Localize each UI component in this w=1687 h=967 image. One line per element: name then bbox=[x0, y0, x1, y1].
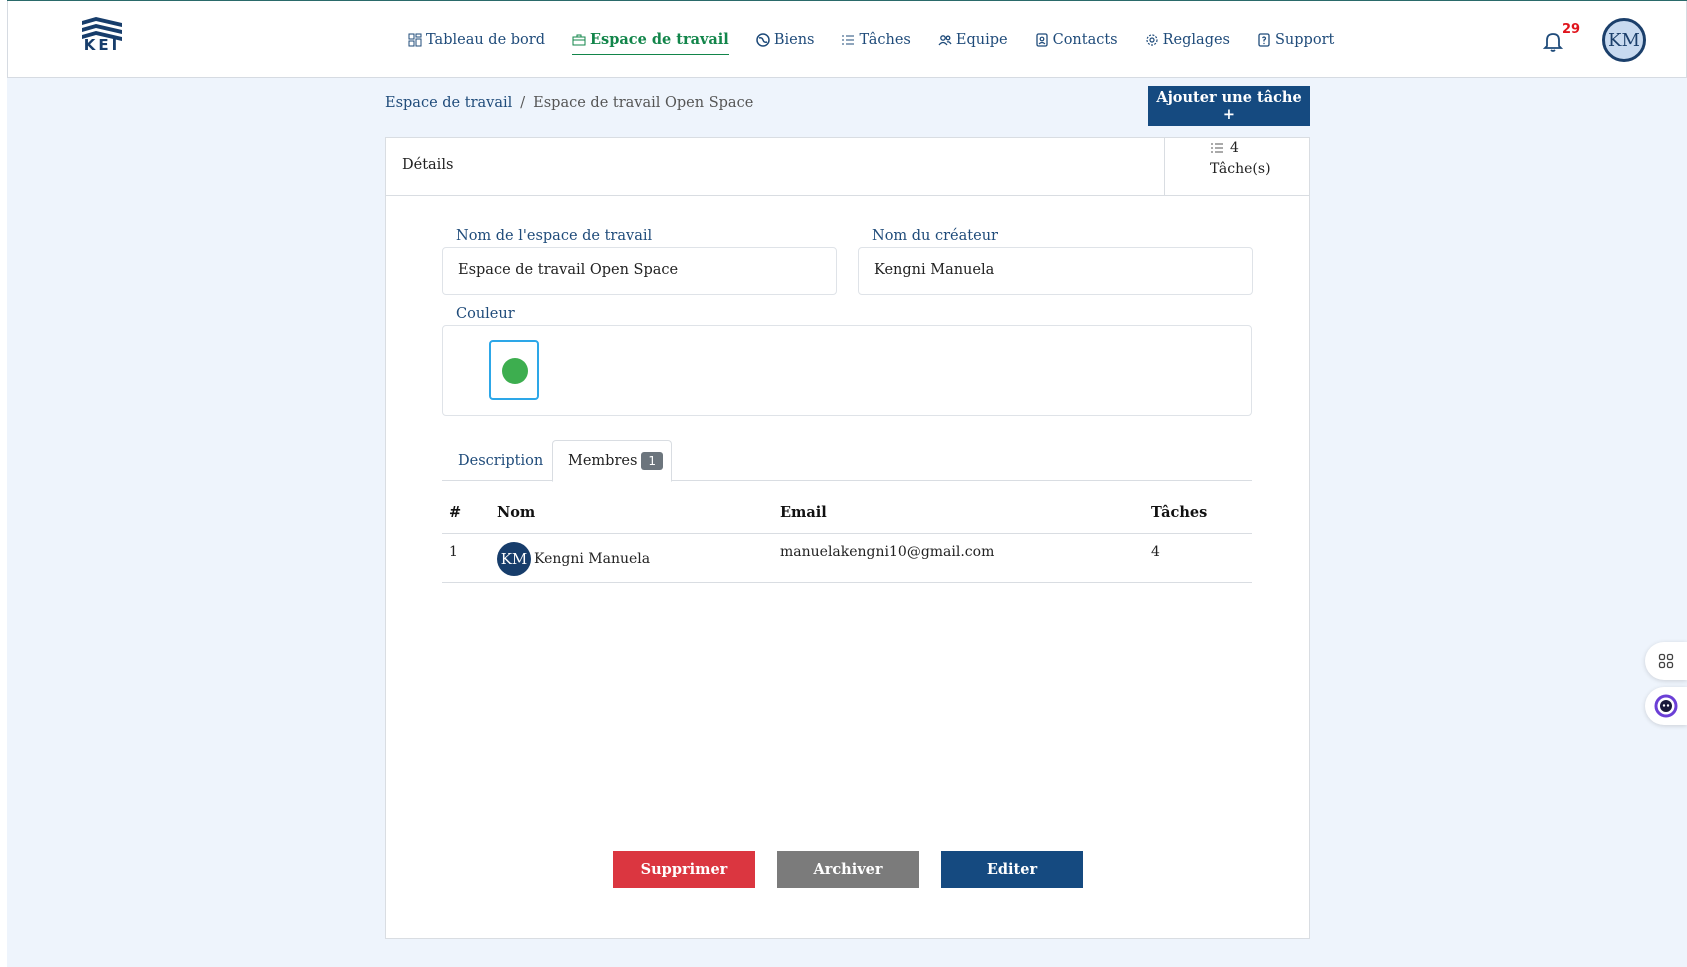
creator-name-label: Nom du créateur bbox=[872, 228, 998, 244]
row-index: 1 bbox=[449, 544, 458, 560]
edit-button[interactable]: Editer bbox=[941, 851, 1083, 888]
list-icon bbox=[1211, 143, 1223, 153]
workspace-details-card: Détails 4 Tâche(s) Nom de l'espace de tr… bbox=[385, 137, 1310, 939]
tab-members[interactable]: Membres 1 bbox=[552, 440, 672, 482]
nav-label: Support bbox=[1275, 32, 1335, 48]
members-table: # Nom Email Tâches 1 KM Kengni Manuela m… bbox=[442, 488, 1252, 583]
color-label: Couleur bbox=[456, 306, 515, 322]
members-count-badge: 1 bbox=[641, 452, 664, 470]
nav-label: Contacts bbox=[1052, 32, 1118, 48]
card-title: Détails bbox=[402, 157, 454, 173]
color-picker bbox=[442, 325, 1252, 416]
member-email: manuelakengni10@gmail.com bbox=[780, 544, 995, 560]
member-task-count: 4 bbox=[1151, 544, 1160, 560]
nav-item-tasks[interactable]: Tâches bbox=[841, 25, 911, 55]
workspace-name-label: Nom de l'espace de travail bbox=[456, 228, 653, 244]
workspace-name-field[interactable]: Espace de travail Open Space bbox=[442, 247, 837, 295]
briefcase-icon bbox=[572, 34, 586, 45]
breadcrumb-current: Espace de travail Open Space bbox=[533, 95, 754, 111]
gear-icon bbox=[1146, 34, 1158, 46]
nav-label: Espace de travail bbox=[589, 31, 729, 48]
task-count-value: 4 bbox=[1230, 140, 1239, 156]
archive-button[interactable]: Archiver bbox=[777, 851, 919, 888]
nav-item-assets[interactable]: Biens bbox=[756, 25, 815, 55]
task-count-row: 4 bbox=[1210, 140, 1239, 156]
dashboard-icon bbox=[408, 33, 422, 47]
nav-label: Tableau de bord bbox=[426, 32, 545, 48]
contacts-icon bbox=[1035, 33, 1048, 47]
column-header-index: # bbox=[449, 504, 462, 521]
logo-text: KEI bbox=[83, 36, 121, 54]
nav-label: Reglages bbox=[1162, 32, 1230, 48]
notification-bell-icon[interactable] bbox=[1543, 31, 1563, 53]
assistant-bot-icon bbox=[1654, 694, 1678, 718]
notification-count: 29 bbox=[1562, 22, 1581, 37]
column-header-tasks: Tâches bbox=[1151, 504, 1208, 521]
member-name: Kengni Manuela bbox=[534, 551, 651, 567]
chat-assistant-button[interactable] bbox=[1645, 687, 1687, 725]
apps-grid-icon bbox=[1658, 653, 1674, 669]
help-icon bbox=[1258, 33, 1270, 47]
card-header: Détails 4 Tâche(s) bbox=[386, 138, 1309, 196]
nav-item-contacts[interactable]: Contacts bbox=[1035, 25, 1118, 55]
task-count-box: 4 Tâche(s) bbox=[1164, 138, 1309, 196]
nav-item-dashboard[interactable]: Tableau de bord bbox=[408, 25, 545, 55]
tab-members-label: Membres bbox=[568, 453, 638, 469]
add-task-button[interactable]: Ajouter une tâche + bbox=[1148, 86, 1310, 126]
column-header-email: Email bbox=[780, 504, 827, 521]
table-header: # Nom Email Tâches bbox=[442, 488, 1252, 534]
nav-item-support[interactable]: Support bbox=[1257, 25, 1334, 55]
color-swatch-selected[interactable] bbox=[489, 340, 539, 400]
globe-icon bbox=[756, 33, 770, 47]
column-header-name: Nom bbox=[497, 504, 536, 521]
table-row[interactable]: 1 KM Kengni Manuela manuelakengni10@gmai… bbox=[442, 534, 1252, 583]
nav-item-settings[interactable]: Reglages bbox=[1145, 25, 1230, 55]
tab-bar: Description Membres 1 bbox=[442, 440, 1252, 482]
color-dot bbox=[502, 358, 528, 384]
main-nav: Tableau de bord Espace de travail Biens … bbox=[408, 25, 1361, 55]
nav-label: Tâches bbox=[859, 32, 911, 48]
nav-item-team[interactable]: Equipe bbox=[938, 25, 1008, 55]
user-avatar[interactable]: KM bbox=[1602, 18, 1646, 62]
top-navbar: KEI Tableau de bord Espace de travail Bi… bbox=[7, 1, 1687, 78]
team-icon bbox=[938, 35, 952, 46]
delete-button[interactable]: Supprimer bbox=[613, 851, 755, 888]
list-icon bbox=[842, 35, 855, 45]
breadcrumb: Espace de travail / Espace de travail Op… bbox=[385, 95, 753, 111]
apps-grid-button[interactable] bbox=[1645, 642, 1687, 680]
breadcrumb-separator: / bbox=[520, 95, 526, 111]
breadcrumb-parent[interactable]: Espace de travail bbox=[385, 95, 512, 111]
nav-item-workspace[interactable]: Espace de travail bbox=[571, 25, 729, 55]
tab-description[interactable]: Description bbox=[458, 440, 543, 481]
creator-name-field[interactable]: Kengni Manuela bbox=[858, 247, 1253, 295]
nav-label: Equipe bbox=[955, 32, 1008, 48]
task-count-label: Tâche(s) bbox=[1210, 161, 1271, 177]
nav-label: Biens bbox=[773, 32, 815, 48]
member-avatar: KM bbox=[497, 542, 531, 576]
